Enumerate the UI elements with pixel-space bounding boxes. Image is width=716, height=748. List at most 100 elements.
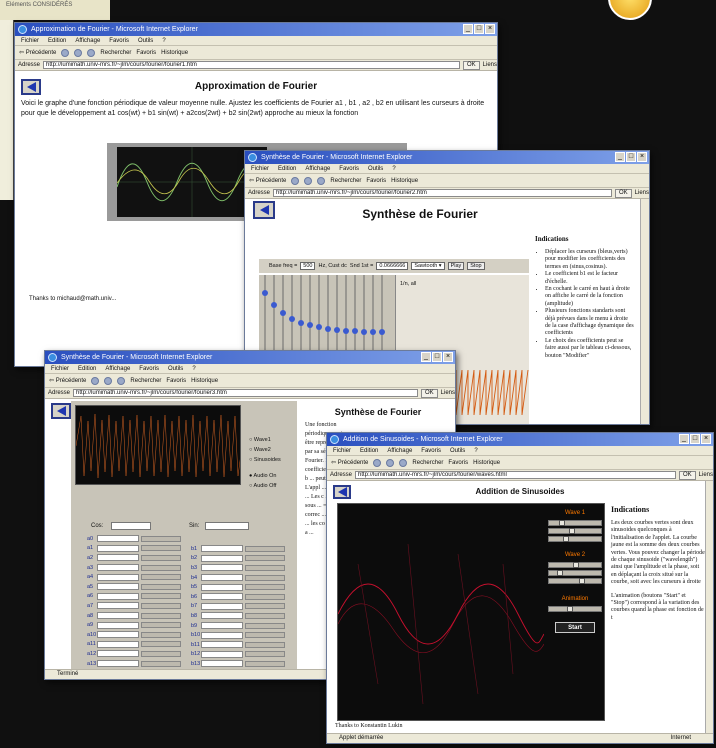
coef-slider[interactable]	[141, 650, 181, 657]
menu-outils[interactable]: Outils	[168, 364, 183, 373]
home-icon[interactable]	[117, 376, 126, 385]
menu-favoris[interactable]: Favoris	[109, 36, 129, 45]
coef-field[interactable]	[97, 554, 139, 562]
vertical-scrollbar[interactable]	[705, 481, 713, 733]
menu-favoris[interactable]: Favoris	[421, 446, 441, 455]
coef-field[interactable]	[97, 612, 139, 620]
refresh-icon[interactable]	[74, 48, 83, 57]
menu-help[interactable]: ?	[392, 164, 395, 173]
refresh-icon[interactable]	[386, 458, 395, 467]
coef-slider[interactable]	[245, 651, 285, 658]
history-button[interactable]: Historique	[473, 460, 500, 466]
coef-field[interactable]	[201, 660, 243, 668]
menu-affichage[interactable]: Affichage	[75, 36, 100, 45]
coef-field[interactable]	[201, 612, 243, 620]
maximize-button[interactable]: □	[474, 24, 484, 34]
minimize-button[interactable]: _	[679, 434, 689, 444]
history-button[interactable]: Historique	[391, 178, 418, 184]
menu-fichier[interactable]: Fichier	[21, 36, 39, 45]
wave2-length-slider[interactable]	[548, 562, 602, 568]
favorites-button[interactable]: Favoris	[136, 50, 156, 56]
coef-field[interactable]	[97, 583, 139, 591]
radio-wave2[interactable]: ○ Wave2	[249, 445, 281, 455]
maximize-button[interactable]: □	[690, 434, 700, 444]
stop-button[interactable]: Stop	[467, 262, 485, 270]
wave1-phase-slider[interactable]	[548, 536, 602, 542]
address-input[interactable]: http://lumimath.univ-mrs.fr/~jlm/cours/f…	[273, 189, 612, 197]
minimize-button[interactable]: _	[421, 352, 431, 362]
refresh-icon[interactable]	[304, 176, 313, 185]
home-icon[interactable]	[317, 176, 326, 185]
coef-slider[interactable]	[141, 574, 181, 581]
animation-speed-slider[interactable]	[548, 606, 602, 612]
coef-slider[interactable]	[245, 593, 285, 600]
maximize-button[interactable]: □	[626, 152, 636, 162]
address-input[interactable]: http://lumimath.univ-mrs.fr/~jlm/cours/f…	[355, 471, 676, 479]
coef-field[interactable]	[97, 621, 139, 629]
page-back-button[interactable]	[253, 201, 275, 219]
coef-field[interactable]	[201, 650, 243, 658]
stop-icon[interactable]	[373, 458, 382, 467]
snd-input[interactable]: 0.0666666	[376, 262, 409, 270]
radio-audio-on[interactable]: ● Audio On	[249, 471, 281, 481]
menu-favoris[interactable]: Favoris	[339, 164, 359, 173]
coef-slider[interactable]	[141, 660, 181, 667]
menu-affichage[interactable]: Affichage	[387, 446, 412, 455]
page-back-button[interactable]	[51, 403, 71, 419]
go-button[interactable]: OK	[614, 188, 632, 198]
coef-field[interactable]	[201, 574, 243, 582]
refresh-icon[interactable]	[104, 376, 113, 385]
home-icon[interactable]	[87, 48, 96, 57]
favorites-button[interactable]: Favoris	[448, 460, 468, 466]
coef-slider[interactable]	[245, 660, 285, 667]
close-button[interactable]: ×	[701, 434, 711, 444]
coef-slider[interactable]	[141, 583, 181, 590]
address-input[interactable]: http://lumimath.univ-mrs.fr/~jlm/cours/f…	[43, 61, 460, 69]
minimize-button[interactable]: _	[463, 24, 473, 34]
coef-slider[interactable]	[141, 545, 181, 552]
links-label[interactable]: Liens	[699, 472, 713, 478]
waveform-select[interactable]: Sawtooth ▾	[411, 262, 445, 270]
history-button[interactable]: Historique	[191, 378, 218, 384]
favorites-button[interactable]: Favoris	[166, 378, 186, 384]
menu-fichier[interactable]: Fichier	[51, 364, 69, 373]
maximize-button[interactable]: □	[432, 352, 442, 362]
sin-header-field[interactable]	[205, 522, 249, 530]
coef-slider[interactable]	[141, 564, 181, 571]
menu-affichage[interactable]: Affichage	[105, 364, 130, 373]
menu-fichier[interactable]: Fichier	[333, 446, 351, 455]
coef-field[interactable]	[97, 602, 139, 610]
back-button[interactable]: ⇦ Précédente	[49, 377, 86, 384]
start-button[interactable]: Start	[555, 622, 595, 633]
base-freq-input[interactable]: 500	[300, 262, 316, 270]
coef-field[interactable]	[97, 564, 139, 572]
menu-favoris[interactable]: Favoris	[139, 364, 159, 373]
coef-field[interactable]	[201, 564, 243, 572]
coef-slider[interactable]	[245, 641, 285, 648]
coef-field[interactable]	[201, 554, 243, 562]
coef-slider[interactable]	[245, 632, 285, 639]
search-button[interactable]: Rechercher	[412, 460, 443, 466]
coef-slider[interactable]	[141, 631, 181, 638]
sinusoid-plot[interactable]	[338, 504, 544, 722]
coef-slider[interactable]	[245, 584, 285, 591]
coef-field[interactable]	[97, 573, 139, 581]
cos-header-field[interactable]	[111, 522, 151, 530]
menu-outils[interactable]: Outils	[450, 446, 465, 455]
coef-slider[interactable]	[245, 603, 285, 610]
coef-slider[interactable]	[245, 612, 285, 619]
close-button[interactable]: ×	[485, 24, 495, 34]
coef-slider[interactable]	[245, 564, 285, 571]
menu-outils[interactable]: Outils	[138, 36, 153, 45]
coef-slider[interactable]	[141, 535, 181, 542]
back-button[interactable]: ⇦ Précédente	[249, 177, 286, 184]
coef-field[interactable]	[201, 622, 243, 630]
coef-slider[interactable]	[141, 622, 181, 629]
coef-field[interactable]	[97, 544, 139, 552]
coef-field[interactable]	[97, 640, 139, 648]
coef-field[interactable]	[97, 650, 139, 658]
links-label[interactable]: Liens	[635, 190, 649, 196]
coef-field[interactable]	[201, 641, 243, 649]
links-label[interactable]: Liens	[441, 390, 455, 396]
back-button[interactable]: ⇦ Précédente	[19, 49, 56, 56]
